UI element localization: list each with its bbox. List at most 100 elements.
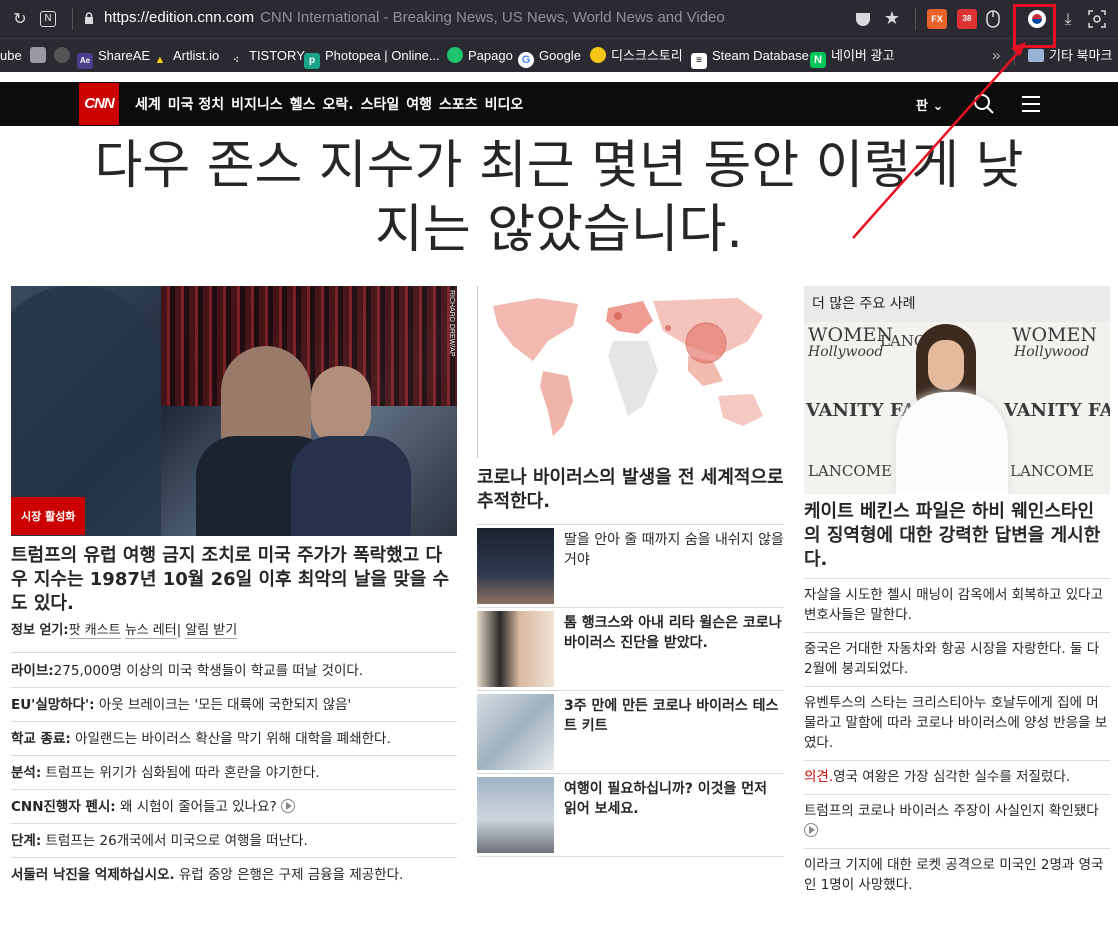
bookmark-camera[interactable] (54, 47, 75, 65)
cnn-logo[interactable]: CNN (79, 83, 119, 125)
screenshot-icon[interactable] (1088, 10, 1106, 28)
list-item[interactable]: 분석: 트럼프는 위기가 심화됨에 따라 혼란을 야기한다. (11, 763, 457, 790)
bookmark-blank[interactable] (30, 47, 51, 65)
list-item[interactable]: 중국은 거대한 자동차와 항공 시장을 자랑한다. 둘 다 2월에 붕괴되었다. (804, 633, 1110, 687)
bookmark-photopea[interactable]: p Photopea | Online... (304, 47, 440, 69)
story-item[interactable]: 딸을 안아 줄 때까지 숨을 내쉬지 않을 거야 (477, 525, 784, 608)
nav-item-entertainment[interactable]: 오락. (322, 97, 353, 113)
play-video-icon[interactable] (804, 823, 818, 837)
naver-icon: N (810, 52, 826, 68)
mouse-gesture-icon[interactable] (985, 9, 1001, 29)
bookmark-youtube[interactable]: ube (0, 47, 22, 65)
bookmark-steamdb[interactable]: ≡ Steam Database (691, 47, 809, 69)
extension-fx-icon[interactable]: FX (927, 9, 947, 29)
nav-item-business[interactable]: 비지니스 (231, 97, 283, 113)
extension-badge-icon[interactable]: 38 (957, 9, 977, 29)
item-label: 단계: (11, 833, 42, 849)
alerts-link[interactable]: 알림 받기 (185, 623, 238, 639)
backdrop-text: Hollywood (1014, 344, 1090, 360)
podcast-link[interactable]: 팟 캐스트 (68, 623, 121, 639)
address-bar[interactable]: https://edition.cnn.com CNN International… (104, 9, 725, 26)
kate-beckinsale-photo[interactable]: WOMEN Hollywood LANCOME WOMEN Hollywood … (804, 322, 1110, 494)
item-text: 이라크 기지에 대한 로켓 공격으로 미국인 2명과 영국인 1명이 사망했다. (804, 857, 1104, 893)
trader-head-2 (311, 366, 371, 446)
hamburger-menu-icon[interactable] (1022, 96, 1040, 112)
bookmark-label: 네이버 광고 (831, 48, 895, 63)
nav-item-health[interactable]: 헬스 (290, 97, 316, 113)
kate-story-title[interactable]: 케이트 베킨스 파일은 하비 웨인스타인의 징역형에 대한 강력한 답변을 게시… (804, 500, 1110, 579)
bookmark-label: TISTORY (249, 48, 305, 63)
item-text: 자살을 시도한 첼시 매닝이 감옥에서 회복하고 있다고 변호사들은 말한다. (804, 587, 1103, 623)
list-item[interactable]: 이라크 기지에 대한 로켓 공격으로 미국인 2명과 영국인 1명이 사망했다. (804, 849, 1110, 902)
bookmark-shareae[interactable]: Ae ShareAE (77, 47, 150, 69)
face (928, 340, 964, 390)
url-page-title: CNN International - Breaking News, US Ne… (260, 9, 725, 26)
story-item[interactable]: 톰 행크스와 아내 리타 윌슨은 코로나 바이러스 진단을 받았다. (477, 608, 784, 691)
bookmark-artlist[interactable]: ▲ Artlist.io (152, 47, 220, 66)
item-text: 아웃 브레이크는 '모든 대륙에 국한되지 않음' (94, 697, 352, 713)
left-column: RICHARD DREW/AP 시장 활성화 트럼프의 유럽 여행 금지 조치로… (11, 286, 457, 898)
item-text: 왜 시험이 줄어들고 있나요? (115, 799, 277, 815)
reader-mode-icon[interactable]: N (40, 11, 56, 27)
google-icon: G (518, 52, 534, 68)
bookmark-diskstory[interactable]: 디스크스토리 (590, 47, 683, 65)
photopea-icon: p (304, 53, 320, 69)
nav-item-us-politics[interactable]: 미국 정치 (168, 97, 224, 113)
diskstory-icon (590, 47, 606, 63)
bookmark-tistory[interactable]: ⁖ TISTORY (228, 47, 305, 66)
bookmark-naver-ads[interactable]: N 네이버 광고 (810, 47, 895, 68)
download-icon[interactable]: ⤓ (1058, 9, 1078, 29)
bookmarks-overflow-button[interactable]: » (992, 47, 1000, 65)
browser-toolbar: ↻ N https://edition.cnn.com CNN Internati… (0, 0, 1118, 38)
list-item[interactable]: 단계: 트럼프는 26개국에서 미국으로 여행을 떠난다. (11, 831, 457, 858)
edition-dropdown[interactable]: 판 ⌄ (916, 95, 943, 114)
bookmark-label: Google (539, 48, 581, 63)
chevron-down-icon: ⌄ (932, 99, 944, 114)
get-info-row: 정보 얻기:팟 캐스트 뉴스 레터| 알림 받기 (11, 623, 238, 639)
bookmark-label: Papago (468, 48, 513, 63)
main-headline[interactable]: 다우 존스 지수가 최근 몇년 동안 이렇게 낮 지는 않았습니다. (0, 134, 1118, 262)
search-icon[interactable] (973, 93, 995, 115)
middle-column: 코로나 바이러스의 발생을 전 세계적으로 추적한다. 딸을 안아 줄 때까지 … (477, 286, 784, 857)
edition-label: 판 (916, 99, 928, 114)
story-item[interactable]: 3주 만에 만든 코로나 바이러스 테스트 키트 (477, 691, 784, 774)
world-outbreak-map[interactable] (477, 286, 784, 458)
list-item[interactable]: 학교 종료: 아일랜드는 바이러스 확산을 막기 위해 대학을 폐쇄한다. (11, 729, 457, 756)
list-item[interactable]: 서둘러 낙진을 억제하십시오. 유럽 중앙 은행은 구제 금융을 제공한다. (11, 865, 457, 891)
folder-icon (1028, 49, 1044, 62)
url-host: https://edition.cnn.com (104, 9, 255, 26)
get-info-label: 정보 얻기: (11, 623, 69, 638)
list-item[interactable]: 의견.영국 여왕은 가장 심각한 실수를 저질렀다. (804, 761, 1110, 795)
trader-photo[interactable]: RICHARD DREW/AP 시장 활성화 (11, 286, 457, 536)
pocket-icon[interactable] (854, 10, 872, 28)
nav-item-style[interactable]: 스타일 (361, 97, 400, 113)
story-text: 여행이 필요하십니까? 이것을 먼저 읽어 보세요. (564, 781, 768, 817)
annotation-highlight-box (1013, 4, 1056, 48)
item-label: 분석: (11, 765, 42, 781)
item-label: 학교 종료: (11, 731, 71, 747)
map-story-title[interactable]: 코로나 바이러스의 발생을 전 세계적으로 추적한다. (477, 466, 784, 525)
newsletter-link[interactable]: 뉴스 레터 (124, 623, 177, 639)
story-item[interactable]: 여행이 필요하십니까? 이것을 먼저 읽어 보세요. (477, 774, 784, 857)
bookmark-google[interactable]: G Google (518, 47, 581, 68)
list-item[interactable]: 라이브:275,000명 이상의 미국 학생들이 학교를 떠날 것이다. (11, 661, 457, 688)
list-item[interactable]: CNN진행자 펜시: 왜 시험이 줄어들고 있나요? (11, 797, 457, 824)
lead-story-title[interactable]: 트럼프의 유럽 여행 금지 조치로 미국 주가가 폭락했고 다우 지수는 198… (11, 544, 457, 616)
bookmark-papago[interactable]: Papago (447, 47, 513, 65)
nav-item-travel[interactable]: 여행 (406, 97, 432, 113)
list-item[interactable]: 유벤투스의 스타는 크리스티아누 호날두에게 집에 머물라고 말함에 따라 코로… (804, 687, 1110, 761)
item-label: 라이브: (11, 663, 54, 679)
nav-item-sports[interactable]: 스포츠 (439, 97, 478, 113)
item-text: 트럼프는 위기가 심화됨에 따라 혼란을 야기한다. (41, 765, 320, 781)
list-item[interactable]: 자살을 시도한 첼시 매닝이 감옥에서 회복하고 있다고 변호사들은 말한다. (804, 579, 1110, 633)
bookmark-other-folder[interactable]: 기타 북마크 (1028, 47, 1112, 65)
market-badge[interactable]: 시장 활성화 (11, 497, 86, 535)
nav-item-world[interactable]: 세계 (135, 97, 161, 113)
list-item[interactable]: 트럼프의 코로나 바이러스 주장이 사실인지 확인됐다 (804, 795, 1110, 849)
bookmark-star-icon[interactable]: ★ (882, 9, 902, 29)
list-item[interactable]: EU'실망하다': 아웃 브레이크는 '모든 대륙에 국한되지 않음' (11, 695, 457, 722)
nav-item-video[interactable]: 비디오 (485, 97, 524, 113)
bookmark-label: 디스크스토리 (611, 48, 683, 63)
play-video-icon[interactable] (280, 799, 295, 813)
reload-icon[interactable]: ↻ (10, 9, 30, 29)
